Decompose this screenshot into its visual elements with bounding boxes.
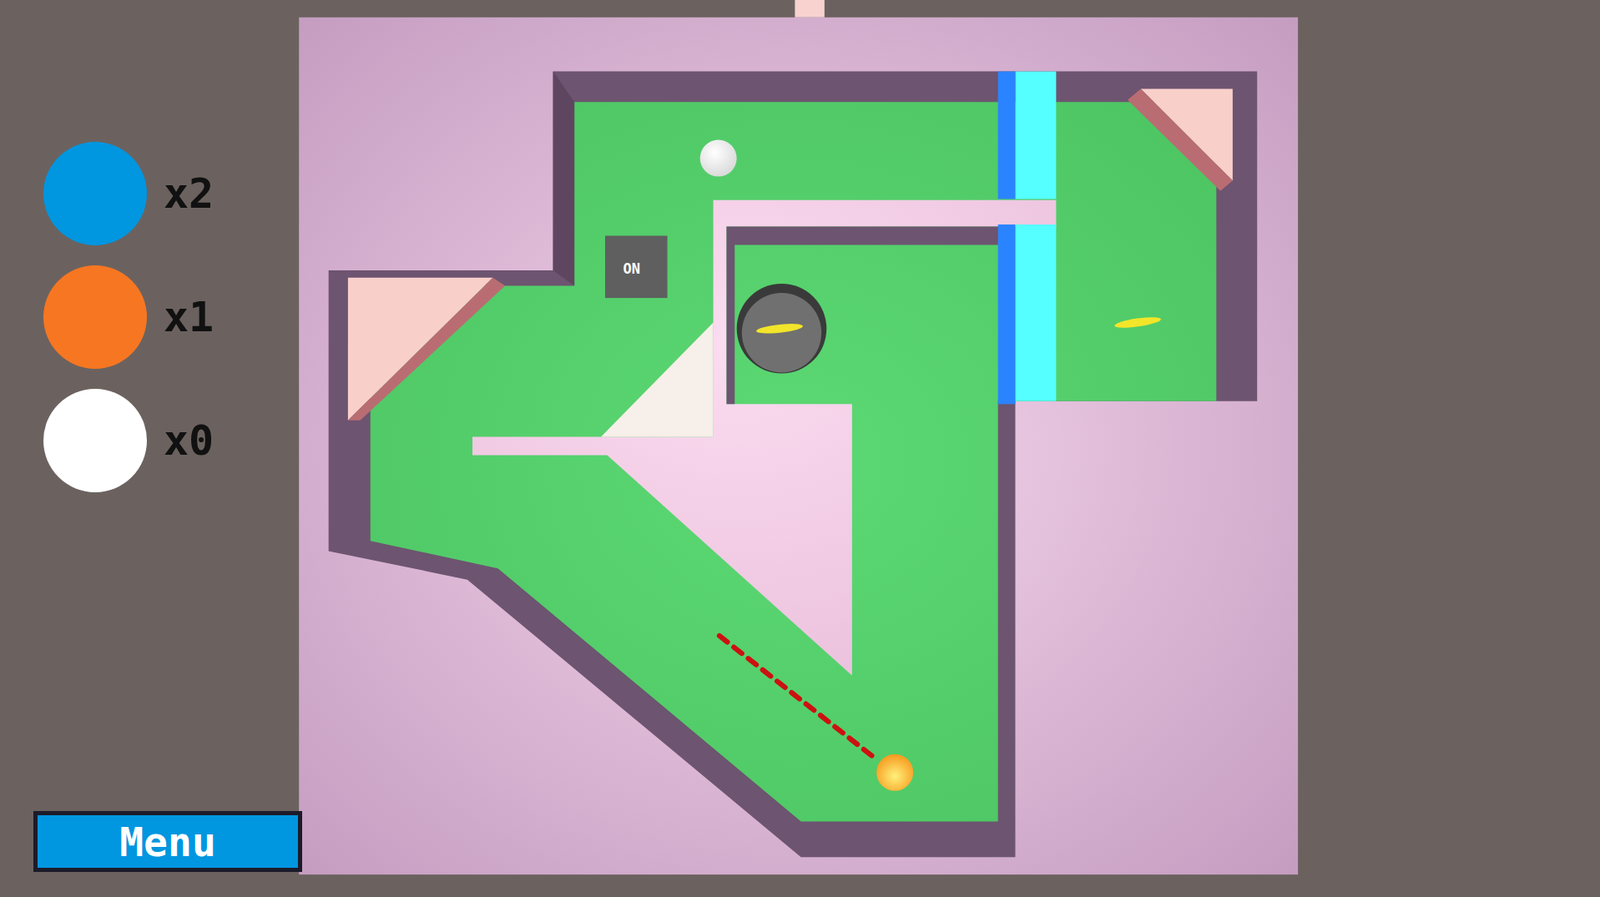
inner-obstacle [472, 200, 1056, 677]
orange-ball[interactable] [876, 754, 914, 792]
ball-inventory: x2 x1 x0 [43, 141, 214, 493]
flag-icon [756, 322, 804, 336]
boost-pad-icon [1114, 315, 1162, 331]
water-bottom [1014, 224, 1056, 402]
ramp [600, 322, 713, 437]
ball-icon [43, 265, 147, 369]
svg-text:ON: ON [622, 260, 641, 278]
outer-wall [328, 71, 1258, 859]
water-bottom-edge [998, 224, 1016, 404]
ball-count-row: x1 [43, 265, 214, 369]
ball-count: x1 [163, 294, 214, 341]
entry-tab [794, 0, 824, 18]
ball-count: x0 [163, 418, 214, 465]
course-canvas: ON [0, 0, 1600, 897]
menu-button[interactable]: Menu [33, 811, 303, 873]
water-top [1014, 71, 1056, 200]
ball-icon [43, 388, 147, 493]
board [298, 17, 1298, 875]
bumper-edge-right [1127, 88, 1233, 191]
ball-count: x2 [163, 171, 214, 218]
switch[interactable]: ON [605, 236, 668, 299]
game-screen: ON x2 x1 x0 Menu [0, 0, 1600, 897]
bumper-edge-left [348, 277, 505, 421]
wall-shade [553, 71, 576, 287]
ball-count-row: x2 [43, 141, 214, 246]
ball-icon [43, 141, 147, 246]
white-ball [700, 140, 737, 177]
aim-line [719, 635, 878, 761]
green [370, 101, 1217, 822]
hole [736, 283, 828, 374]
inner-wall [726, 227, 1015, 405]
ball-count-row: x0 [43, 388, 214, 493]
water-top-edge [998, 71, 1016, 200]
